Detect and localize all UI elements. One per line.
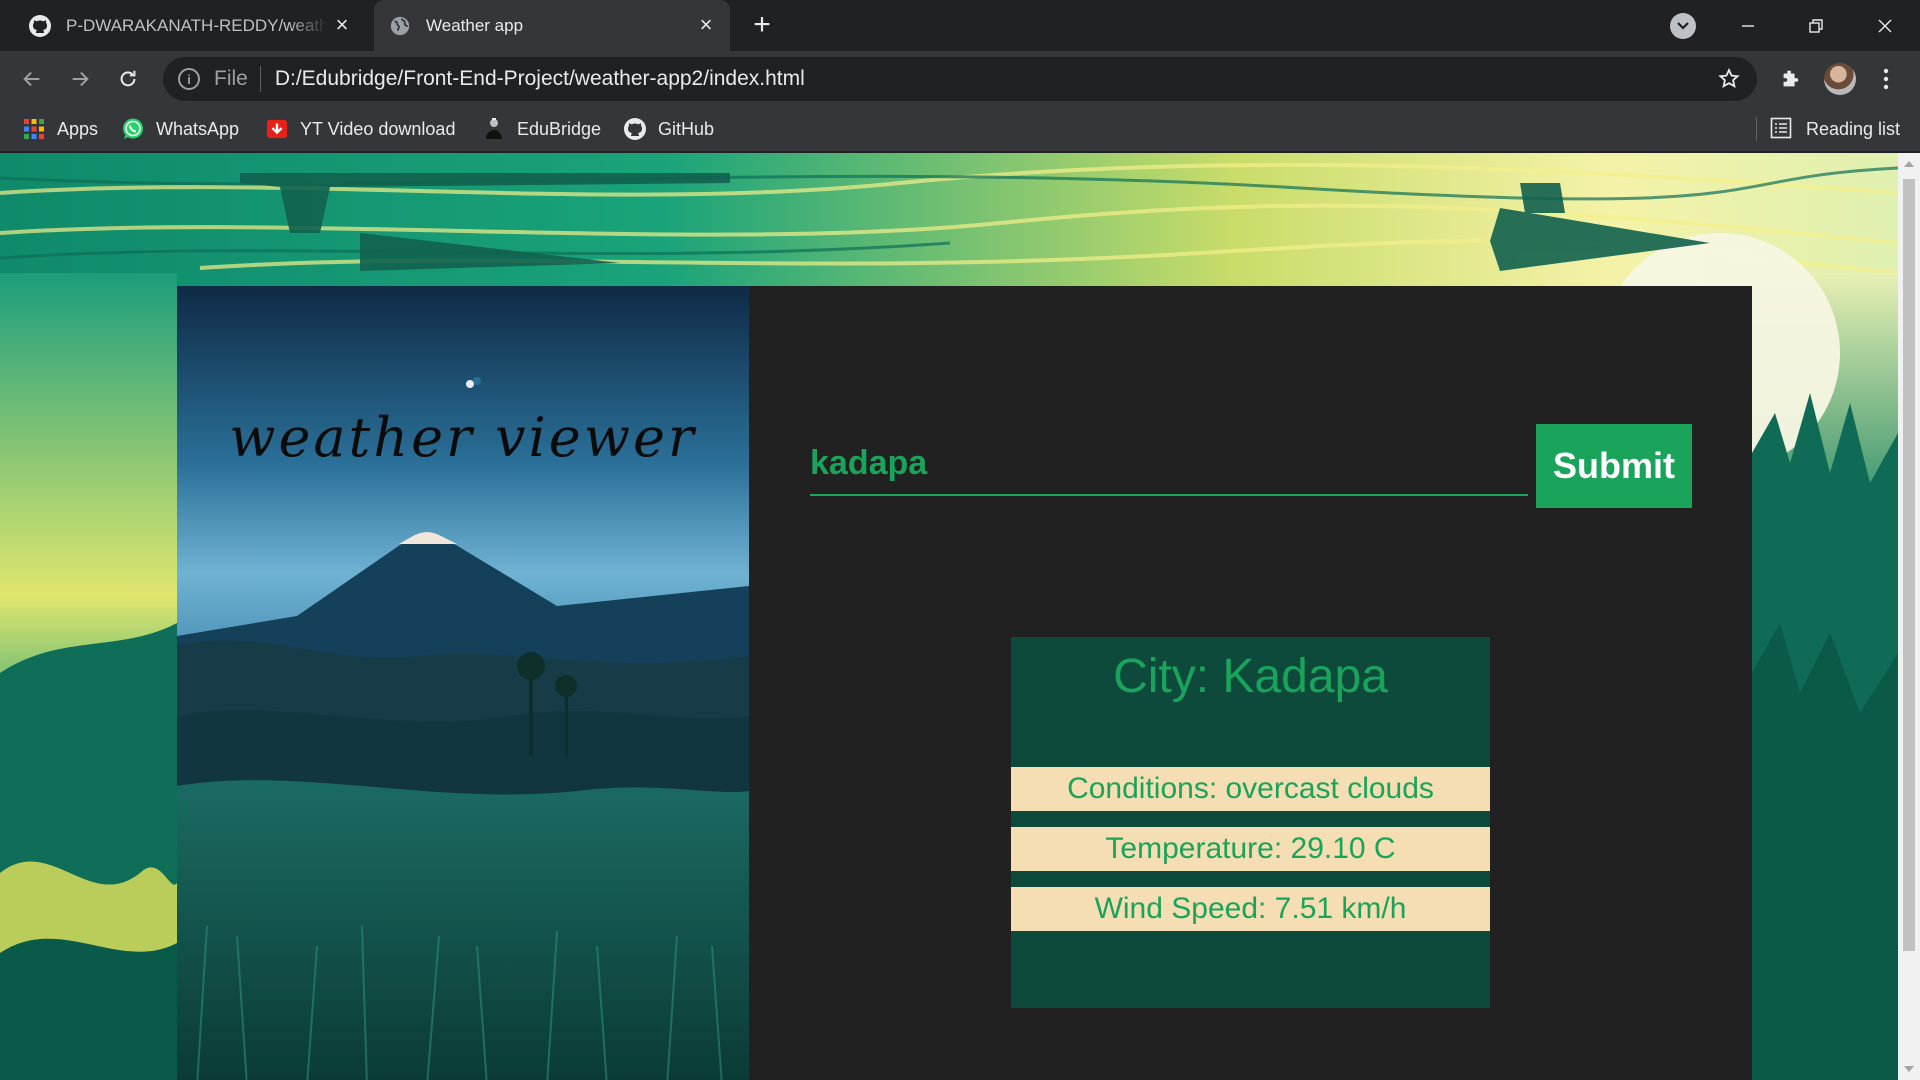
tab-title: P-DWARAKANATH-REDDY/weather-app bbox=[66, 15, 328, 35]
tab-github[interactable]: P-DWARAKANATH-REDDY/weather-app × bbox=[16, 0, 366, 51]
conditions-row: Conditions: overcast clouds bbox=[1011, 767, 1490, 811]
scroll-up-icon[interactable] bbox=[1904, 161, 1914, 167]
address-bar[interactable]: i File D:/Edubridge/Front-End-Project/we… bbox=[163, 57, 1757, 101]
reading-list-icon bbox=[1770, 117, 1794, 141]
new-tab-icon[interactable]: + bbox=[748, 10, 776, 40]
profile-avatar[interactable] bbox=[1824, 63, 1856, 95]
divider bbox=[259, 66, 261, 92]
browser-toolbar: i File D:/Edubridge/Front-End-Project/we… bbox=[0, 51, 1920, 106]
close-icon[interactable]: × bbox=[330, 12, 354, 37]
temperature-row: Temperature: 29.10 C bbox=[1011, 827, 1490, 871]
github-icon bbox=[28, 14, 52, 38]
bookmark-yt-download[interactable]: YT Video download bbox=[265, 116, 455, 142]
city-search-input[interactable] bbox=[810, 426, 1528, 496]
bookmarks-bar: Apps WhatsApp YT Video download EduBridg… bbox=[0, 106, 1920, 152]
bookmark-star-icon[interactable] bbox=[1717, 67, 1741, 96]
reading-list-label: Reading list bbox=[1806, 118, 1901, 139]
extensions-icon[interactable] bbox=[1774, 63, 1806, 95]
info-icon[interactable]: i bbox=[178, 68, 200, 90]
edubridge-icon bbox=[482, 117, 506, 141]
scheme-label: File bbox=[214, 67, 248, 90]
reading-list-button[interactable]: Reading list bbox=[1756, 116, 1901, 142]
globe-icon bbox=[388, 14, 412, 38]
github-icon bbox=[623, 117, 647, 141]
scroll-down-icon[interactable] bbox=[1904, 1066, 1914, 1072]
weather-result-panel: City: Kadapa Conditions: overcast clouds… bbox=[1011, 637, 1490, 1008]
download-icon bbox=[265, 117, 289, 141]
city-name: City: Kadapa bbox=[1113, 650, 1388, 703]
bookmark-whatsapp[interactable]: WhatsApp bbox=[121, 116, 239, 142]
whatsapp-icon bbox=[121, 117, 145, 141]
close-icon[interactable]: × bbox=[694, 12, 718, 37]
close-window-icon[interactable] bbox=[1865, 8, 1905, 44]
bookmark-label: WhatsApp bbox=[156, 118, 240, 139]
tab-search-icon[interactable] bbox=[1670, 13, 1696, 39]
wind-speed-row: Wind Speed: 7.51 km/h bbox=[1011, 887, 1490, 931]
bookmark-label: GitHub bbox=[658, 118, 715, 139]
reload-icon[interactable] bbox=[112, 63, 144, 95]
scrollbar-thumb[interactable] bbox=[1903, 179, 1915, 951]
submit-button[interactable]: Submit bbox=[1536, 424, 1692, 508]
minimize-icon[interactable] bbox=[1728, 8, 1768, 44]
tab-title: Weather app bbox=[426, 15, 524, 35]
back-icon[interactable] bbox=[16, 63, 48, 95]
bookmark-label: EduBridge bbox=[517, 118, 602, 139]
bookmark-label: YT Video download bbox=[300, 118, 456, 139]
restore-icon[interactable] bbox=[1796, 8, 1836, 44]
divider bbox=[1756, 117, 1757, 141]
more-menu-icon[interactable] bbox=[1870, 63, 1902, 95]
weather-card: weather viewer Submit City: Kadapa Condi… bbox=[177, 286, 1752, 1080]
tab-weather-app[interactable]: Weather app × bbox=[374, 0, 730, 51]
app-title: weather viewer bbox=[229, 406, 697, 469]
url-text[interactable]: D:/Edubridge/Front-End-Project/weather-a… bbox=[275, 67, 805, 91]
page-viewport: weather viewer Submit City: Kadapa Condi… bbox=[0, 153, 1898, 1080]
bookmark-github[interactable]: GitHub bbox=[623, 116, 714, 142]
bookmark-edubridge[interactable]: EduBridge bbox=[482, 116, 601, 142]
apps-grid-icon bbox=[22, 117, 46, 141]
page-scrollbar[interactable] bbox=[1898, 153, 1920, 1080]
bookmark-apps[interactable]: Apps bbox=[22, 116, 98, 142]
forward-icon[interactable] bbox=[64, 63, 96, 95]
tab-strip: P-DWARAKANATH-REDDY/weather-app × Weathe… bbox=[0, 0, 1920, 51]
bookmark-label: Apps bbox=[57, 118, 99, 139]
